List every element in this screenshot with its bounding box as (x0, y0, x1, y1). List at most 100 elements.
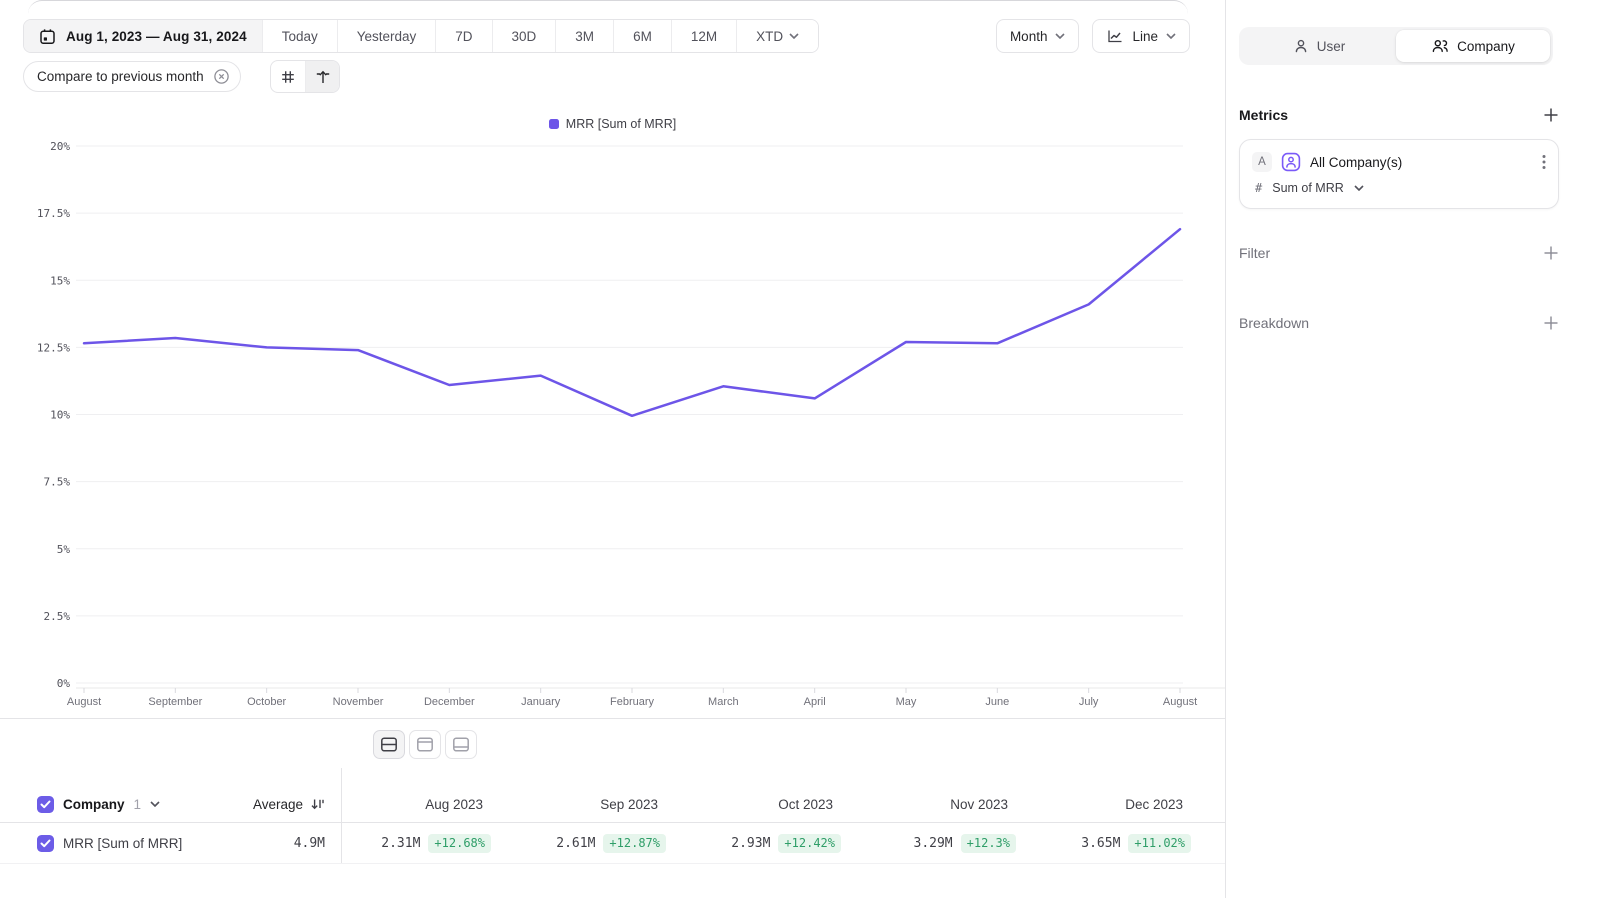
mrr-value: 2.31M (381, 836, 420, 851)
entity-tabs: User Company (1239, 27, 1553, 65)
tab-user[interactable]: User (1242, 30, 1396, 62)
gridlines-toggle[interactable] (271, 61, 305, 92)
preset-7d-button[interactable]: 7D (435, 20, 491, 52)
x-axis-tick: October (247, 696, 286, 708)
metric-card-row: A All Company(s) (1252, 152, 1546, 172)
kebab-menu-icon[interactable] (1542, 154, 1546, 170)
line-chart-icon (1106, 28, 1124, 44)
chart-legend: MRR [Sum of MRR] (0, 117, 1225, 131)
average-column-header: Average (253, 797, 303, 812)
tab-company[interactable]: Company (1396, 30, 1550, 62)
x-axis-tick: December (424, 696, 475, 708)
preset-today-button[interactable]: Today (262, 20, 337, 52)
chart-type-value: Line (1132, 29, 1158, 44)
tab-company-label: Company (1457, 39, 1515, 54)
month-value-cell: 2.93M +12.42% (691, 823, 866, 863)
add-filter-icon[interactable] (1543, 245, 1559, 261)
legend-swatch (549, 119, 559, 129)
chart-controls: Month Line (996, 19, 1190, 53)
month-header: Sep 2023 (516, 786, 691, 822)
group-by-label: Company (63, 797, 125, 812)
preset-xtd-label: XTD (756, 29, 783, 44)
breakdown-section: Breakdown (1239, 315, 1559, 331)
preset-3m-button[interactable]: 3M (555, 20, 613, 52)
calendar-icon (39, 28, 56, 45)
preset-12m-button[interactable]: 12M (671, 20, 736, 52)
metric-card[interactable]: A All Company(s) # Sum of MRR (1239, 139, 1559, 209)
arrow-up-line-icon (315, 69, 331, 85)
select-all-checkbox[interactable] (37, 796, 54, 813)
layout-table-only-button[interactable] (445, 730, 477, 759)
x-axis-tick: March (708, 696, 739, 708)
delta-badge: +12.42% (778, 834, 841, 853)
date-range-toolbar: Aug 1, 2023 — Aug 31, 2024 TodayYesterda… (23, 19, 819, 53)
y-axis-tick: 0% (57, 677, 71, 690)
table-row[interactable]: MRR [Sum of MRR] 4.9M 2.31M+12.68%2.61M+… (0, 822, 1225, 864)
x-axis-tick: August (1163, 696, 1197, 708)
granularity-value: Month (1010, 29, 1048, 44)
layout-split-icon (380, 737, 398, 752)
mrr-series-line (84, 229, 1180, 416)
x-axis-tick: January (521, 696, 561, 708)
metric-series-badge: A (1252, 152, 1272, 172)
legend-label: MRR [Sum of MRR] (566, 117, 676, 131)
aggregation-row[interactable]: # Sum of MRR (1252, 181, 1546, 195)
chart-option-toggles (270, 60, 340, 93)
row-checkbox[interactable] (37, 835, 54, 852)
mrr-value: 2.93M (731, 836, 770, 851)
goal-line-toggle[interactable] (305, 61, 339, 92)
preset-xtd-button[interactable]: XTD (736, 20, 818, 52)
month-value-cell: 3.29M+12.3% (866, 823, 1041, 863)
tab-user-label: User (1317, 39, 1346, 54)
month-header: Aug 2023 (341, 786, 516, 822)
config-sidebar: User Company Metrics A (1225, 0, 1600, 898)
x-axis-tick: July (1079, 696, 1099, 708)
group-count: 1 (134, 797, 142, 812)
preset-30d-button[interactable]: 30D (492, 20, 556, 52)
date-range-button[interactable]: Aug 1, 2023 — Aug 31, 2024 (24, 20, 262, 52)
granularity-dropdown[interactable]: Month (996, 19, 1080, 53)
chevron-down-icon (1055, 33, 1065, 39)
remove-compare-icon[interactable] (213, 68, 230, 85)
x-axis-tick: June (985, 696, 1009, 708)
mrr-value: 3.29M (914, 836, 953, 851)
layout-split-button[interactable] (373, 730, 405, 759)
x-axis-tick: August (67, 696, 101, 708)
sort-icon[interactable] (310, 797, 325, 811)
chevron-down-icon[interactable] (150, 801, 160, 807)
user-icon (1293, 38, 1309, 54)
layout-toggles (373, 730, 477, 759)
aggregation-value: Sum of MRR (1272, 181, 1344, 195)
x-axis-tick: September (148, 696, 202, 708)
grid-icon (280, 69, 296, 85)
x-axis-tick: May (896, 696, 917, 708)
y-axis-tick: 5% (57, 543, 71, 556)
month-header: Nov 2023 (866, 786, 1041, 822)
section-divider (0, 718, 1225, 719)
layout-top-icon (416, 737, 434, 752)
check-icon (40, 839, 51, 848)
layout-chart-only-button[interactable] (409, 730, 441, 759)
chevron-down-icon (1166, 33, 1176, 39)
table-row-left: MRR [Sum of MRR] 4.9M (0, 823, 341, 863)
mrr-value: 2.61M (556, 836, 595, 851)
table-header: Company 1 Average Aug 2023Sep 2023Oct 20… (0, 786, 1225, 822)
compare-chip[interactable]: Compare to previous month (23, 61, 241, 92)
chart-type-dropdown[interactable]: Line (1092, 19, 1190, 53)
preset-6m-button[interactable]: 6M (613, 20, 671, 52)
preset-yesterday-button[interactable]: Yesterday (337, 20, 436, 52)
app-window: Aug 1, 2023 — Aug 31, 2024 TodayYesterda… (0, 0, 1600, 898)
mrr-line-chart[interactable]: 20%17.5%15%12.5%10%7.5%5%2.5%0%AugustSep… (0, 140, 1225, 715)
mrr-value: 3.65M (1081, 836, 1120, 851)
series-row-label: MRR [Sum of MRR] (63, 836, 182, 851)
month-header: Dec 2023 (1041, 786, 1216, 822)
users-icon (1431, 38, 1449, 54)
add-metric-icon[interactable] (1543, 107, 1559, 123)
x-axis-tick: February (610, 696, 655, 708)
delta-badge: +12.87% (603, 834, 666, 853)
month-header: Oct 2023 (691, 786, 866, 822)
chevron-down-icon (789, 33, 799, 39)
add-breakdown-icon[interactable] (1543, 315, 1559, 331)
company-metric-icon (1281, 152, 1301, 172)
month-value-cell: 2.61M +12.87% (516, 823, 691, 863)
